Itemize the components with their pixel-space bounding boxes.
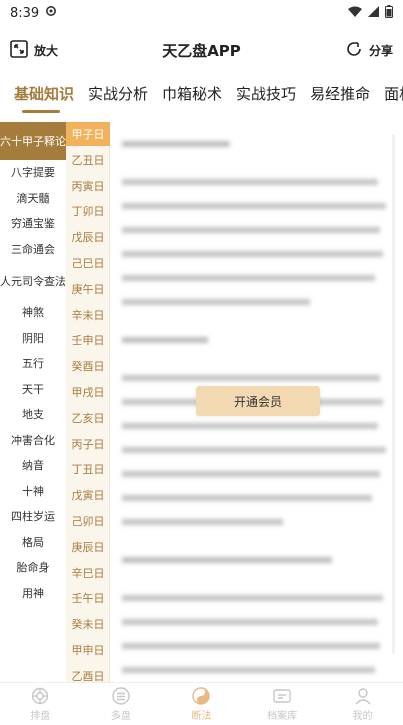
day-item[interactable]: 丙寅日: [66, 173, 110, 199]
category-item[interactable]: 滴天髓: [0, 186, 66, 212]
category-item[interactable]: 五行: [0, 351, 66, 377]
category-tabs: 基础知识 实战分析 巾箱秘术 实战技巧 易经推命 面相解读: [0, 74, 403, 114]
day-item-jiazi[interactable]: 甲子日: [66, 122, 110, 146]
bottom-nav: 排盘 多盘 断法 档案库 我的: [0, 682, 403, 725]
wifi-icon: [348, 6, 362, 21]
day-item[interactable]: 丁卯日: [66, 199, 110, 225]
category-item[interactable]: 穷通宝鉴: [0, 211, 66, 237]
day-item[interactable]: 甲戌日: [66, 379, 110, 405]
signal-icon: [368, 5, 379, 21]
category-item[interactable]: 天干: [0, 377, 66, 403]
user-icon: [353, 687, 373, 705]
category-item[interactable]: 八字提要: [0, 160, 66, 186]
category-item[interactable]: 三命通会: [0, 237, 66, 263]
tab-face-reading[interactable]: 面相解读: [377, 76, 403, 112]
day-item[interactable]: 戊辰日: [66, 224, 110, 250]
category-item[interactable]: 地支: [0, 402, 66, 428]
share-icon: [345, 40, 363, 61]
day-item[interactable]: 丁丑日: [66, 457, 110, 483]
nav-label: 档案库: [267, 710, 298, 722]
day-item[interactable]: 壬午日: [66, 586, 110, 612]
category-item[interactable]: 格局: [0, 530, 66, 556]
status-bar: 8:39: [0, 0, 403, 26]
zoom-button[interactable]: 放大: [10, 39, 59, 61]
nav-item-duanfa[interactable]: 断法: [161, 683, 242, 725]
list-stack-icon: [111, 686, 131, 705]
nav-item-duopan[interactable]: 多盘: [81, 683, 162, 725]
category-item[interactable]: 冲害合化: [0, 428, 66, 454]
category-item[interactable]: 胎命身: [0, 555, 66, 581]
day-item[interactable]: 戊寅日: [66, 482, 110, 508]
day-list: 甲子日 乙丑日 丙寅日 丁卯日 戊辰日 己巳日 庚午日 辛未日 壬申日 癸酉日 …: [66, 122, 110, 683]
battery-icon: [385, 4, 393, 22]
nav-label: 我的: [352, 710, 373, 722]
day-item[interactable]: 癸未日: [66, 611, 110, 637]
nav-label: 断法: [191, 710, 212, 722]
category-item[interactable]: 十神: [0, 479, 66, 505]
open-membership-button[interactable]: 开通会员: [196, 386, 320, 416]
category-item[interactable]: 用神: [0, 581, 66, 607]
status-left: 8:39: [10, 5, 57, 21]
day-item[interactable]: 庚午日: [66, 276, 110, 302]
nav-label: 排盘: [30, 710, 51, 722]
tab-practical-analysis[interactable]: 实战分析: [81, 76, 155, 112]
blurred-paragraph: [122, 132, 391, 156]
chart-wheel-icon: [30, 687, 50, 705]
tab-practical-skills[interactable]: 实战技巧: [229, 76, 303, 112]
app-title: 天乙盘APP: [162, 42, 241, 60]
nav-item-archive[interactable]: 档案库: [242, 683, 323, 725]
tab-yijing-destiny[interactable]: 易经推命: [303, 76, 377, 112]
category-item[interactable]: 纳音: [0, 453, 66, 479]
status-time: 8:39: [10, 5, 40, 21]
blurred-paragraph: [122, 170, 391, 314]
day-item[interactable]: 己卯日: [66, 508, 110, 534]
status-right: [348, 4, 393, 22]
day-item[interactable]: 甲申日: [66, 637, 110, 663]
tab-secret-techniques[interactable]: 巾箱秘术: [155, 76, 229, 112]
settings-gear-icon: [45, 5, 57, 21]
nav-label: 多盘: [110, 710, 131, 722]
day-item[interactable]: 庚辰日: [66, 534, 110, 560]
share-button[interactable]: 分享: [345, 40, 393, 61]
nav-item-mine[interactable]: 我的: [322, 683, 403, 725]
category-item[interactable]: 人元司令查法: [0, 262, 66, 300]
zoom-label: 放大: [34, 43, 59, 58]
category-item[interactable]: 神煞: [0, 300, 66, 326]
day-item[interactable]: 丙子日: [66, 431, 110, 457]
day-item[interactable]: 癸酉日: [66, 353, 110, 379]
day-item[interactable]: 辛未日: [66, 302, 110, 328]
yin-yang-icon: [191, 686, 211, 705]
day-item[interactable]: 乙亥日: [66, 405, 110, 431]
blurred-paragraph: [122, 328, 391, 352]
folder-icon: [272, 687, 292, 705]
app-header: 放大 天乙盘APP 分享: [0, 30, 403, 70]
content-scrollbar[interactable]: [392, 134, 395, 654]
category-item[interactable]: 阴阳: [0, 326, 66, 352]
expand-icon: [10, 39, 28, 61]
day-item[interactable]: 乙丑日: [66, 147, 110, 173]
day-item[interactable]: 壬申日: [66, 328, 110, 354]
day-item[interactable]: 己巳日: [66, 250, 110, 276]
share-label: 分享: [368, 43, 393, 58]
day-item[interactable]: 辛巳日: [66, 560, 110, 586]
blurred-paragraph: [122, 586, 391, 682]
category-item[interactable]: 四柱岁运: [0, 504, 66, 530]
nav-item-paipan[interactable]: 排盘: [0, 683, 81, 725]
category-item-jiazi[interactable]: 六十甲子释论: [0, 122, 66, 160]
active-tab-indicator: [22, 110, 60, 113]
blurred-paragraph: [122, 548, 391, 572]
category-list: 六十甲子释论 八字提要 滴天髓 穷通宝鉴 三命通会 人元司令查法 神煞 阴阳 五…: [0, 122, 66, 682]
tab-basic-knowledge[interactable]: 基础知识: [0, 76, 81, 112]
